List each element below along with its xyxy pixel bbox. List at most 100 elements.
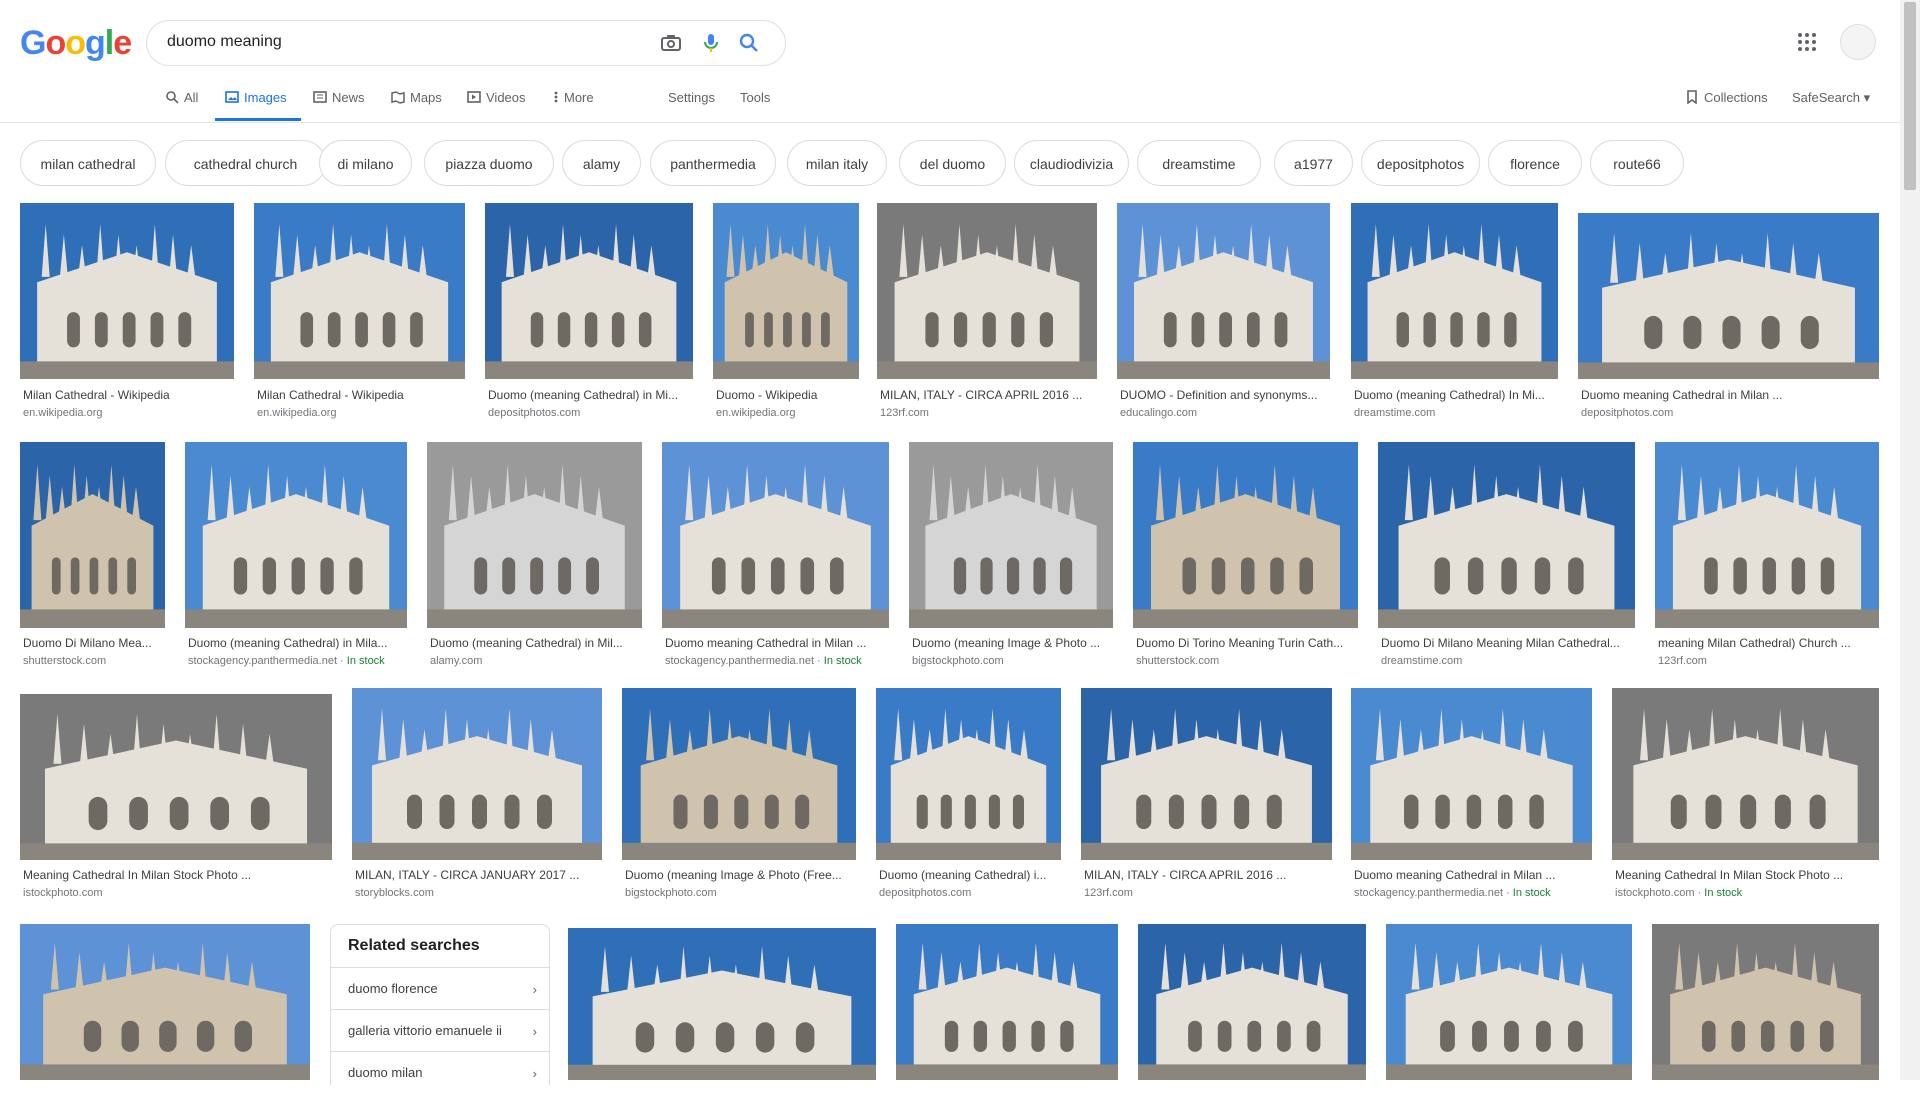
in-stock-badge: In stock <box>1704 887 1743 899</box>
result-thumbnail[interactable] <box>1612 688 1879 860</box>
result-title[interactable]: Milan Cathedral - Wikipedia <box>23 388 231 402</box>
result-title[interactable]: Meaning Cathedral In Milan Stock Photo .… <box>23 868 329 882</box>
chip-milan-italy[interactable]: milan italy <box>787 140 887 186</box>
chip-panthermedia[interactable]: panthermedia <box>650 140 776 186</box>
related-item[interactable]: duomo milan › <box>331 1051 549 1094</box>
collections-link[interactable]: Collections <box>1686 90 1768 105</box>
result-thumbnail[interactable] <box>713 203 859 379</box>
chip-alamy[interactable]: alamy <box>562 140 641 186</box>
news-icon <box>313 91 327 103</box>
result-thumbnail[interactable] <box>1378 442 1635 628</box>
result-thumbnail[interactable] <box>896 924 1118 1080</box>
result-title[interactable]: Duomo (meaning Image & Photo (Free... <box>625 868 853 882</box>
chip-florence[interactable]: florence <box>1488 140 1582 186</box>
result-thumbnail[interactable] <box>20 924 310 1080</box>
result-source: shutterstock.com <box>1136 655 1220 667</box>
image-icon <box>225 91 239 103</box>
mic-icon[interactable] <box>699 31 723 55</box>
apps-grid-icon[interactable] <box>1797 32 1817 52</box>
tab-news[interactable]: News <box>313 90 365 120</box>
result-thumbnail[interactable] <box>20 442 165 628</box>
result-title[interactable]: MILAN, ITALY - CIRCA JANUARY 2017 ... <box>355 868 599 882</box>
chip-di-milano[interactable]: di milano <box>319 140 412 186</box>
result-thumbnail[interactable] <box>877 203 1097 379</box>
chip-a1977[interactable]: a1977 <box>1274 140 1353 186</box>
tab-more[interactable]: More <box>553 90 594 120</box>
chip-del-duomo[interactable]: del duomo <box>899 140 1006 186</box>
result-title[interactable]: Meaning Cathedral In Milan Stock Photo .… <box>1615 868 1876 882</box>
search-icon[interactable] <box>737 31 761 55</box>
chip-dreamstime[interactable]: dreamstime <box>1137 140 1261 186</box>
result-title[interactable]: Duomo meaning Cathedral in Milan ... <box>1354 868 1589 882</box>
result-title[interactable]: Duomo meaning Cathedral in Milan ... <box>665 636 886 650</box>
related-item[interactable]: galleria vittorio emanuele ii › <box>331 1009 549 1052</box>
result-title[interactable]: Duomo (meaning Cathedral) i... <box>879 868 1058 882</box>
result-thumbnail[interactable] <box>1652 924 1879 1080</box>
tab-all[interactable]: All <box>165 90 198 120</box>
chip-milan-cathedral[interactable]: milan cathedral <box>20 140 156 186</box>
result-title[interactable]: Duomo Di Milano Mea... <box>23 636 162 650</box>
result-thumbnail[interactable] <box>1655 442 1879 628</box>
result-title[interactable]: MILAN, ITALY - CIRCA APRIL 2016 ... <box>880 388 1094 402</box>
result-thumbnail[interactable] <box>485 203 693 379</box>
related-searches-title: Related searches <box>348 937 480 954</box>
result-title[interactable]: Duomo (meaning Cathedral) In Mi... <box>1354 388 1555 402</box>
result-title[interactable]: meaning Milan Cathedral) Church ... <box>1658 636 1876 650</box>
result-thumbnail[interactable] <box>352 688 602 860</box>
result-thumbnail[interactable] <box>427 442 642 628</box>
chip-claudiodivizia[interactable]: claudiodivizia <box>1014 140 1129 186</box>
result-thumbnail[interactable] <box>1133 442 1358 628</box>
chip-route66[interactable]: route66 <box>1590 140 1684 186</box>
safesearch-dropdown[interactable]: SafeSearch ▾ <box>1792 90 1870 106</box>
result-title[interactable]: Milan Cathedral - Wikipedia <box>257 388 462 402</box>
result-thumbnail[interactable] <box>662 442 889 628</box>
related-searches-panel: Related searches duomo florence › galleri… <box>330 924 550 1085</box>
settings-link[interactable]: Settings <box>668 90 715 105</box>
related-item[interactable]: duomo florence › <box>331 967 549 1010</box>
more-vertical-icon <box>554 91 558 103</box>
header: Google duomo meaning All Images News Map… <box>0 0 1900 123</box>
result-title[interactable]: Duomo meaning Cathedral in Milan ... <box>1581 388 1876 402</box>
result-thumbnail[interactable] <box>1081 688 1332 860</box>
result-source: 123rf.com <box>1084 887 1133 899</box>
tools-link[interactable]: Tools <box>740 90 770 105</box>
avatar[interactable] <box>1840 24 1876 60</box>
result-thumbnail[interactable] <box>876 688 1061 860</box>
result-title[interactable]: MILAN, ITALY - CIRCA APRIL 2016 ... <box>1084 868 1329 882</box>
result-title[interactable]: Duomo Di Torino Meaning Turin Cath... <box>1136 636 1355 650</box>
result-title[interactable]: Duomo (meaning Cathedral) in Mi... <box>488 388 690 402</box>
result-title[interactable]: Duomo (meaning Image & Photo ... <box>912 636 1110 650</box>
tab-maps[interactable]: Maps <box>391 90 442 120</box>
camera-icon[interactable] <box>659 31 683 55</box>
tab-videos[interactable]: Videos <box>467 90 526 120</box>
result-thumbnail[interactable] <box>1386 924 1632 1080</box>
result-thumbnail[interactable] <box>20 203 234 379</box>
google-logo[interactable]: Google <box>20 24 132 63</box>
maps-icon <box>391 91 405 104</box>
result-thumbnail[interactable] <box>909 442 1113 628</box>
result-title[interactable]: Duomo - Wikipedia <box>716 388 856 402</box>
result-thumbnail[interactable] <box>568 928 876 1080</box>
result-title[interactable]: Duomo (meaning Cathedral) in Mila... <box>188 636 404 650</box>
result-title[interactable]: DUOMO - Definition and synonyms... <box>1120 388 1327 402</box>
result-thumbnail[interactable] <box>20 694 332 860</box>
result-thumbnail[interactable] <box>1578 213 1879 379</box>
result-source: depositphotos.com <box>879 887 972 899</box>
scrollbar[interactable] <box>1900 0 1920 1080</box>
chip-depositphotos[interactable]: depositphotos <box>1361 140 1480 186</box>
search-input[interactable]: duomo meaning <box>167 33 282 51</box>
result-title[interactable]: Duomo (meaning Cathedral) in Mil... <box>430 636 639 650</box>
result-thumbnail[interactable] <box>1117 203 1330 379</box>
chip-piazza-duomo[interactable]: piazza duomo <box>424 140 554 186</box>
result-thumbnail[interactable] <box>1351 688 1592 860</box>
result-thumbnail[interactable] <box>1351 203 1558 379</box>
result-thumbnail[interactable] <box>254 203 465 379</box>
chip-cathedral-church[interactable]: cathedral church <box>165 140 326 186</box>
search-box[interactable]: duomo meaning <box>146 20 786 66</box>
result-thumbnail[interactable] <box>622 688 856 860</box>
result-title[interactable]: Duomo Di Milano Meaning Milan Cathedral.… <box>1381 636 1632 650</box>
result-thumbnail[interactable] <box>185 442 407 628</box>
result-thumbnail[interactable] <box>1138 924 1366 1080</box>
scrollbar-thumb[interactable] <box>1904 2 1916 190</box>
tab-images[interactable]: Images <box>225 90 287 120</box>
